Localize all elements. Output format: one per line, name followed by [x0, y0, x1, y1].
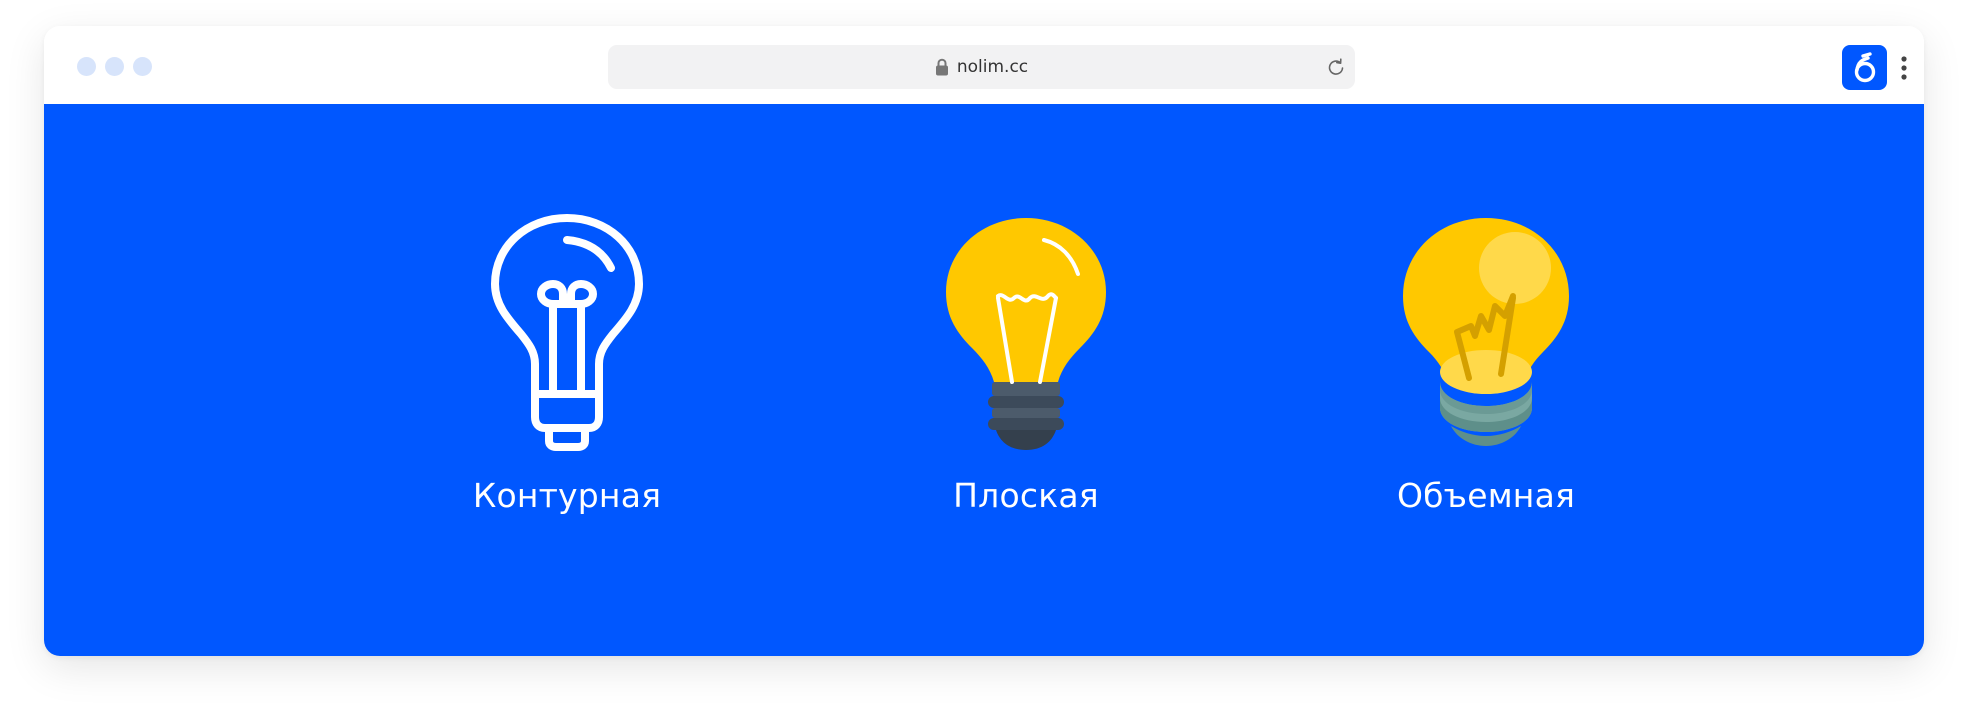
- window-controls: [77, 57, 152, 76]
- extension-logo-icon: [1854, 51, 1875, 82]
- style-option-outline[interactable]: Контурная: [447, 212, 687, 515]
- lightbulb-outline-icon: [491, 214, 643, 451]
- style-option-flat[interactable]: Плоская: [906, 212, 1146, 515]
- page-content: Контурная Плоская Объемная: [44, 104, 1924, 656]
- style-option-label: Контурная: [472, 476, 662, 515]
- style-option-label: Объемная: [1396, 476, 1576, 515]
- browser-toolbar: nolim.cc: [44, 26, 1924, 104]
- more-vertical-icon[interactable]: [1901, 56, 1907, 80]
- lightbulb-flat-icon: [946, 218, 1106, 450]
- window-control-dot[interactable]: [133, 57, 152, 76]
- window-control-dot[interactable]: [105, 57, 124, 76]
- style-option-volumetric[interactable]: Объемная: [1366, 212, 1606, 515]
- extension-button[interactable]: [1842, 45, 1887, 90]
- lightbulb-3d-icon: [1403, 218, 1569, 446]
- reload-icon[interactable]: [1325, 56, 1347, 78]
- style-option-label: Плоская: [953, 476, 1099, 515]
- url-text: nolim.cc: [956, 57, 1029, 77]
- lock-icon: [935, 58, 948, 76]
- window-control-dot[interactable]: [77, 57, 96, 76]
- address-bar[interactable]: nolim.cc: [608, 45, 1355, 89]
- browser-window: nolim.cc Контурная Плоская Объемная: [44, 26, 1924, 656]
- address-content: nolim.cc: [608, 45, 1355, 89]
